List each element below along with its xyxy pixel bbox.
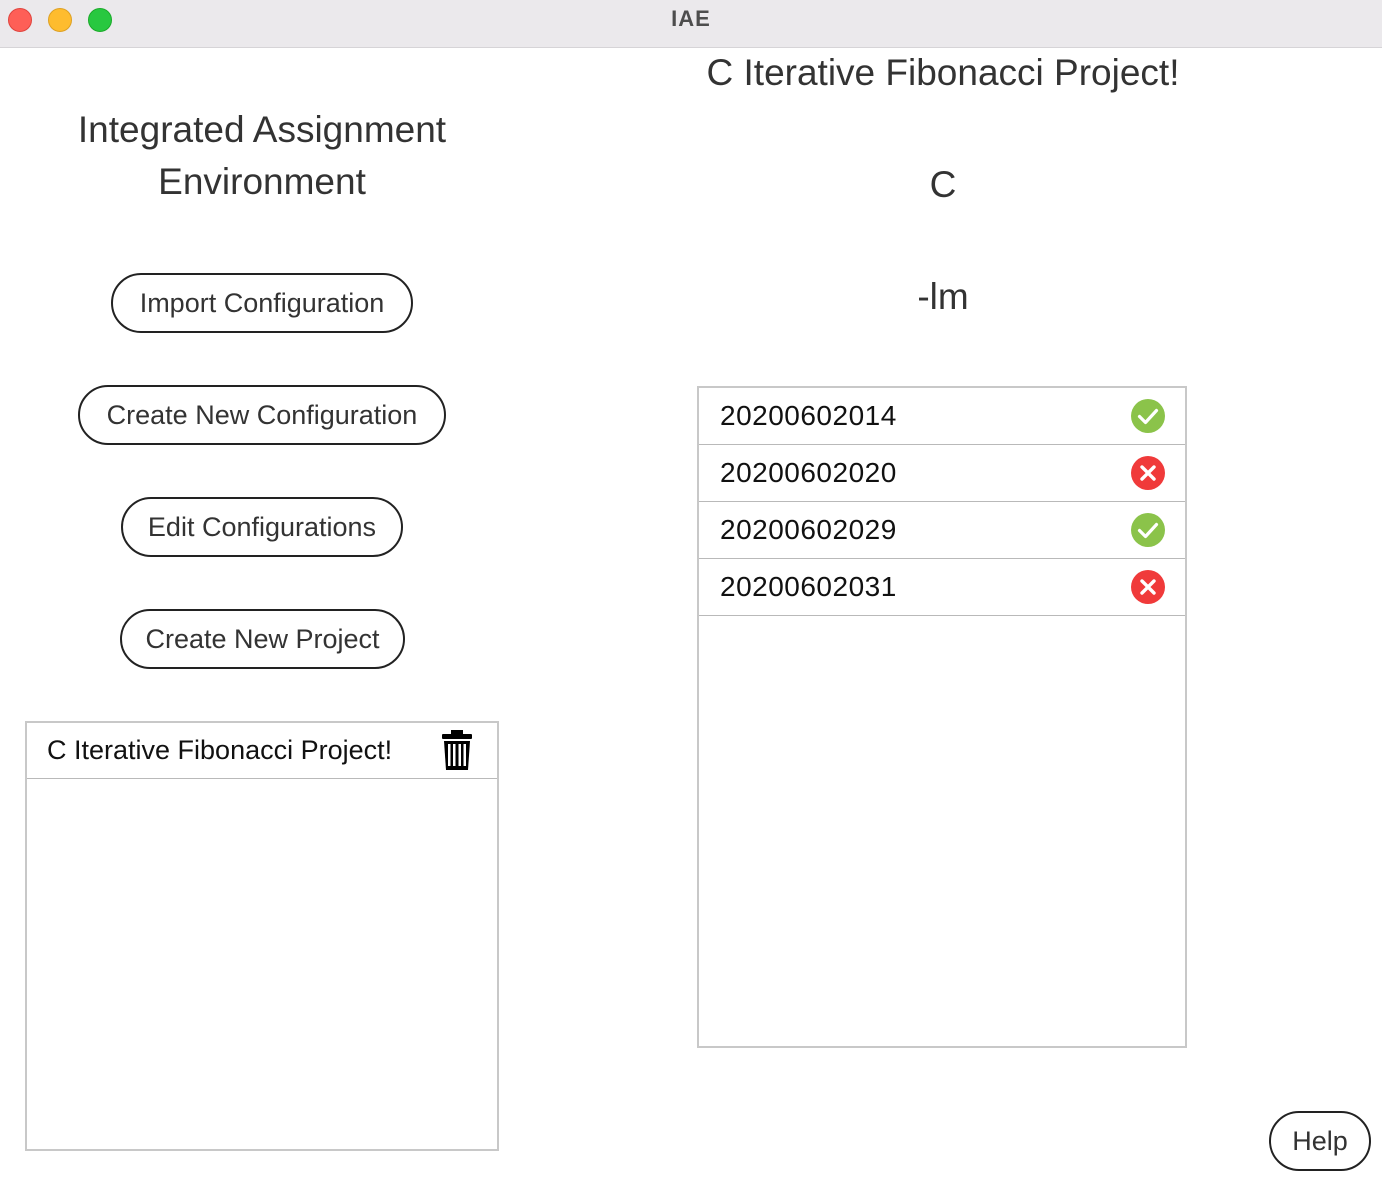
project-compiler-flags: -lm bbox=[917, 276, 969, 317]
window-titlebar: IAE bbox=[0, 0, 1382, 48]
window-title: IAE bbox=[671, 6, 711, 31]
x-circle-icon bbox=[1131, 570, 1165, 604]
create-new-configuration-button[interactable]: Create New Configuration bbox=[78, 385, 446, 445]
app-heading-line-2: Environment bbox=[158, 161, 366, 202]
trash-icon[interactable] bbox=[441, 730, 473, 770]
project-name: C Iterative Fibonacci Project! bbox=[47, 735, 393, 765]
project-list-item[interactable]: C Iterative Fibonacci Project! bbox=[27, 723, 497, 779]
help-button[interactable]: Help bbox=[1269, 1111, 1371, 1171]
check-circle-icon bbox=[1131, 399, 1165, 433]
project-language: C bbox=[929, 164, 957, 205]
import-configuration-button[interactable]: Import Configuration bbox=[111, 273, 413, 333]
submission-id: 20200602031 bbox=[720, 571, 897, 602]
submission-row[interactable]: 20200602031 bbox=[699, 559, 1185, 616]
x-circle-icon bbox=[1131, 456, 1165, 490]
edit-configurations-button[interactable]: Edit Configurations bbox=[121, 497, 403, 557]
submission-id: 20200602020 bbox=[720, 457, 897, 488]
project-title: C Iterative Fibonacci Project! bbox=[706, 52, 1180, 93]
submission-list: 20200602014 20200602020 20200602029 2020… bbox=[697, 386, 1187, 1048]
submission-id: 20200602029 bbox=[720, 514, 897, 545]
create-new-project-button[interactable]: Create New Project bbox=[120, 609, 405, 669]
check-circle-icon bbox=[1131, 513, 1165, 547]
submission-row[interactable]: 20200602029 bbox=[699, 502, 1185, 559]
submission-row[interactable]: 20200602020 bbox=[699, 445, 1185, 502]
submission-id: 20200602014 bbox=[720, 400, 897, 431]
app-heading-line-1: Integrated Assignment bbox=[77, 109, 447, 150]
submission-row[interactable]: 20200602014 bbox=[699, 388, 1185, 445]
project-list: C Iterative Fibonacci Project! bbox=[25, 721, 499, 1151]
app-heading: Integrated Assignment Environment bbox=[24, 104, 500, 208]
